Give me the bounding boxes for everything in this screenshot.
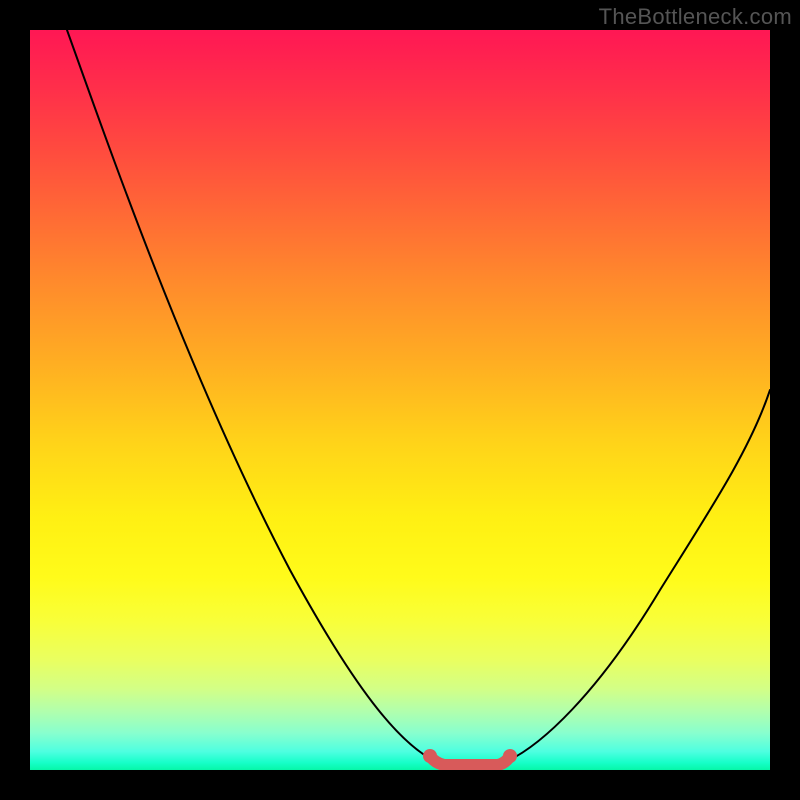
optimal-end-dot [503,749,517,763]
optimal-zone [430,756,510,765]
right-curve [498,390,770,765]
left-curve [67,30,444,765]
curve-svg [30,30,770,770]
watermark-text: TheBottleneck.com [599,4,792,30]
plot-area [30,30,770,770]
optimal-start-dot [423,749,437,763]
chart-frame: TheBottleneck.com [0,0,800,800]
